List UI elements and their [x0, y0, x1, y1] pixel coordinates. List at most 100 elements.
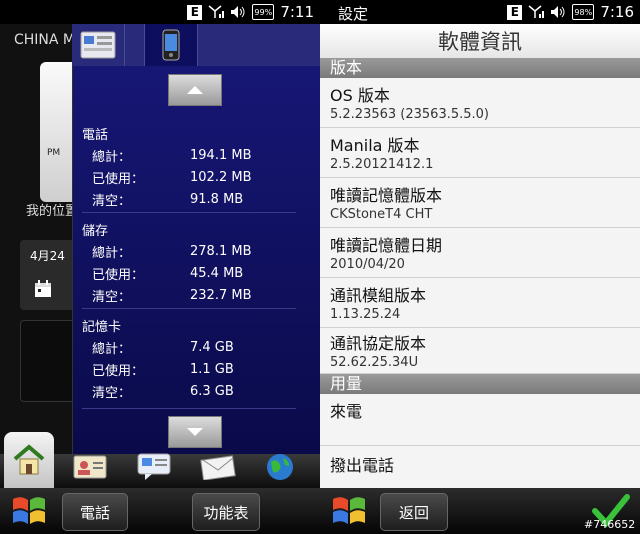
- info-item: 唯讀記憶體版本 CKStoneT4 CHT: [320, 178, 640, 228]
- info-title: 通訊協定版本: [330, 334, 427, 353]
- watermark: #746652: [584, 518, 636, 531]
- memory-value: 232.7 MB: [190, 287, 252, 303]
- clock-ampm: PM: [47, 148, 61, 158]
- memory-row: 總計： 7.4 GB: [82, 336, 296, 358]
- memory-label: 總計：: [92, 245, 132, 261]
- info-value: 52.62.25.34U: [330, 355, 419, 370]
- memory-label: 總計：: [92, 149, 132, 165]
- clock-widget[interactable]: [40, 62, 72, 202]
- memory-value: 7.4 GB: [190, 339, 234, 355]
- left-start-button[interactable]: [6, 491, 52, 531]
- info-title: 來電: [330, 402, 363, 421]
- mail-tab[interactable]: [200, 452, 236, 482]
- usage-item-incoming[interactable]: 來電: [320, 394, 640, 446]
- info-item: Manila 版本 2.5.20121412.1: [320, 128, 640, 178]
- info-value: 1.13.25.24: [330, 307, 401, 322]
- memory-storage-section: 儲存 總計： 278.1 MB 已使用： 45.4 MB 清空： 232.7 MB: [82, 220, 296, 306]
- memory-row: 已使用： 102.2 MB: [82, 166, 296, 188]
- memory-value: 1.1 GB: [190, 361, 234, 377]
- info-value: 2.5.20121412.1: [330, 157, 434, 172]
- info-item: 通訊協定版本 52.62.25.34U: [320, 326, 640, 374]
- home-card[interactable]: [20, 320, 73, 402]
- contacts-icon: [73, 455, 107, 479]
- home-icon: [13, 444, 45, 475]
- calendar-date: 4月24: [30, 249, 65, 263]
- memory-label: 總計：: [92, 341, 132, 357]
- signal-icon: [208, 4, 225, 20]
- divider: [82, 308, 296, 309]
- usage-section-header: 用量: [320, 374, 640, 394]
- status-time: 7:11: [280, 3, 314, 21]
- scroll-down-icon: [187, 428, 203, 436]
- info-item: 通訊模組版本 1.13.25.24: [320, 278, 640, 328]
- info-title: 撥出電話: [330, 456, 395, 475]
- status-time: 7:16: [600, 3, 634, 21]
- memory-row: 已使用： 1.1 GB: [82, 358, 296, 380]
- memory-value: 6.3 GB: [190, 383, 234, 399]
- network-type-badge: E: [187, 4, 203, 20]
- info-value: 5.2.23563 (23563.5.5.0): [330, 107, 490, 122]
- phone-softkey[interactable]: 電話: [62, 493, 128, 531]
- memory-value: 278.1 MB: [190, 243, 252, 259]
- tab-device[interactable]: [144, 24, 198, 66]
- divider: [82, 408, 296, 409]
- scroll-up-button[interactable]: [168, 74, 222, 106]
- panel-tab-bar: [72, 24, 320, 66]
- page-title: 軟體資訊: [320, 24, 640, 58]
- settings-card-icon: [80, 31, 116, 59]
- menu-softkey[interactable]: 功能表: [192, 493, 260, 531]
- info-item: 唯讀記憶體日期 2010/04/20: [320, 228, 640, 278]
- messages-icon: [137, 453, 171, 480]
- back-softkey[interactable]: 返回: [380, 493, 448, 531]
- memory-row: 已使用： 45.4 MB: [82, 262, 296, 284]
- memory-label: 清空：: [92, 193, 132, 209]
- scroll-down-button[interactable]: [168, 416, 222, 448]
- memory-card-section: 記憶卡 總計： 7.4 GB 已使用： 1.1 GB 清空： 6.3 GB: [82, 316, 296, 402]
- left-status-bar: E 99% 7:11: [0, 0, 320, 24]
- memory-phone-section: 電話 總計： 194.1 MB 已使用： 102.2 MB 清空： 91.8 MB: [82, 124, 296, 210]
- memory-label: 清空：: [92, 385, 132, 401]
- memory-label: 已使用：: [92, 267, 145, 283]
- memory-section-title: 記憶卡: [82, 320, 122, 335]
- memory-section-title: 儲存: [82, 224, 109, 239]
- version-section-header: 版本: [320, 58, 640, 78]
- info-title: OS 版本: [330, 86, 390, 105]
- battery-icon: 98%: [572, 4, 595, 20]
- info-value: 2010/04/20: [330, 257, 405, 272]
- volume-icon: [550, 4, 566, 20]
- home-tab[interactable]: [4, 432, 54, 488]
- tab-general[interactable]: [72, 24, 125, 66]
- app-name: 設定: [338, 5, 369, 23]
- info-item: OS 版本 5.2.23563 (23563.5.5.0): [320, 78, 640, 128]
- memory-value: 102.2 MB: [190, 169, 252, 185]
- divider: [82, 212, 296, 213]
- windows-start-icon: [13, 497, 45, 524]
- memory-row: 總計： 194.1 MB: [82, 144, 296, 166]
- scroll-up-icon: [187, 86, 203, 94]
- phone-device-icon: [162, 29, 180, 61]
- info-value: CKStoneT4 CHT: [330, 207, 433, 222]
- internet-tab[interactable]: [262, 452, 298, 482]
- windows-start-icon: [333, 497, 365, 524]
- memory-row: 清空： 232.7 MB: [82, 284, 296, 306]
- memory-value: 45.4 MB: [190, 265, 244, 281]
- memory-label: 清空：: [92, 289, 132, 305]
- memory-label: 已使用：: [92, 171, 145, 187]
- memory-row: 清空： 91.8 MB: [82, 188, 296, 210]
- info-title: 通訊模組版本: [330, 286, 427, 305]
- memory-section-title: 電話: [82, 128, 109, 143]
- right-start-button[interactable]: [326, 491, 372, 531]
- location-text: 我的位置: [26, 204, 79, 219]
- mail-icon: [200, 455, 236, 480]
- memory-value: 194.1 MB: [190, 147, 252, 163]
- carrier-name: CHINA M: [14, 32, 76, 48]
- usage-item-outgoing[interactable]: 撥出電話: [320, 446, 640, 488]
- network-type-badge: E: [507, 4, 523, 20]
- info-title: 唯讀記憶體日期: [330, 236, 443, 255]
- contacts-tab[interactable]: [72, 452, 108, 482]
- messages-tab[interactable]: [136, 452, 172, 482]
- signal-icon: [528, 4, 545, 20]
- internet-icon: [267, 454, 293, 480]
- memory-row: 清空： 6.3 GB: [82, 380, 296, 402]
- info-title: Manila 版本: [330, 136, 420, 155]
